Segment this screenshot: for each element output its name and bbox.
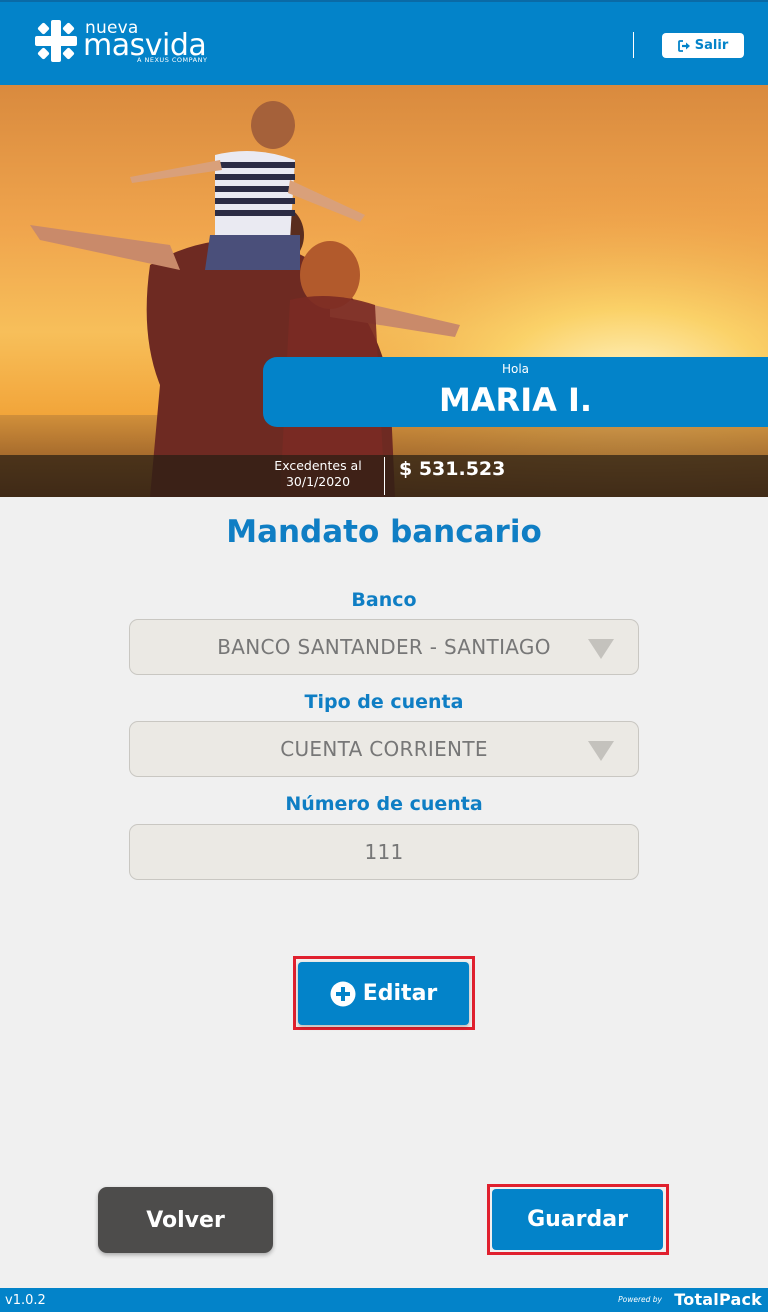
surplus-amount: $ 531.523 <box>399 458 506 480</box>
hero-banner: Hola MARIA I. Excedentes al 30/1/2020 $ … <box>0 85 768 497</box>
bank-label: Banco <box>351 589 417 611</box>
save-button[interactable]: Guardar <box>492 1189 663 1250</box>
account-type-select[interactable]: CUENTA CORRIENTE <box>129 721 639 777</box>
page-title: Mandato bancario <box>226 514 542 550</box>
edit-button-label: Editar <box>362 981 438 1006</box>
account-number-field[interactable]: 111 <box>129 824 639 880</box>
greeting-text: Hola <box>501 362 530 376</box>
top-bar: nueva masvida A NEXUS COMPANY Salir <box>0 0 768 85</box>
logout-button[interactable]: Salir <box>662 33 744 58</box>
back-button-label: Volver <box>146 1207 225 1233</box>
logout-label: Salir <box>694 38 729 53</box>
surplus-divider <box>384 457 385 495</box>
surplus-bar: Excedentes al 30/1/2020 $ 531.523 <box>0 455 768 497</box>
account-type-label: Tipo de cuenta <box>304 691 464 713</box>
footer-bar: v1.0.2 Powered by TotalPack <box>0 1288 768 1312</box>
bank-select-value: BANCO SANTANDER - SANTIAGO <box>217 635 551 659</box>
cross-logo-icon <box>35 20 77 62</box>
bank-select[interactable]: BANCO SANTANDER - SANTIAGO <box>129 619 639 675</box>
account-number-label: Número de cuenta <box>285 793 483 815</box>
dropdown-arrow-icon <box>588 639 614 659</box>
account-number-value: 111 <box>364 840 404 864</box>
greeting-panel: Hola MARIA I. <box>263 357 768 427</box>
edit-button[interactable]: Editar <box>298 962 469 1025</box>
powered-by-text: Powered by <box>618 1295 662 1304</box>
user-name: MARIA I. <box>438 381 593 419</box>
totalpack-logo: TotalPack <box>674 1290 762 1309</box>
save-button-label: Guardar <box>527 1207 628 1232</box>
back-button[interactable]: Volver <box>98 1187 273 1253</box>
sign-out-icon <box>677 39 690 52</box>
account-type-value: CUENTA CORRIENTE <box>280 737 488 761</box>
version-label: v1.0.2 <box>5 1293 46 1308</box>
header-divider <box>633 32 634 58</box>
family-sunset-photo <box>0 85 768 497</box>
logo-tagline: A NEXUS COMPANY <box>137 56 208 64</box>
surplus-label-line1: Excedentes al <box>274 458 362 473</box>
nueva-masvida-logo: nueva masvida A NEXUS COMPANY <box>33 16 223 72</box>
dropdown-arrow-icon <box>588 741 614 761</box>
surplus-label: Excedentes al 30/1/2020 <box>258 458 378 490</box>
surplus-date: 30/1/2020 <box>285 474 351 489</box>
plus-circle-icon <box>330 981 356 1006</box>
